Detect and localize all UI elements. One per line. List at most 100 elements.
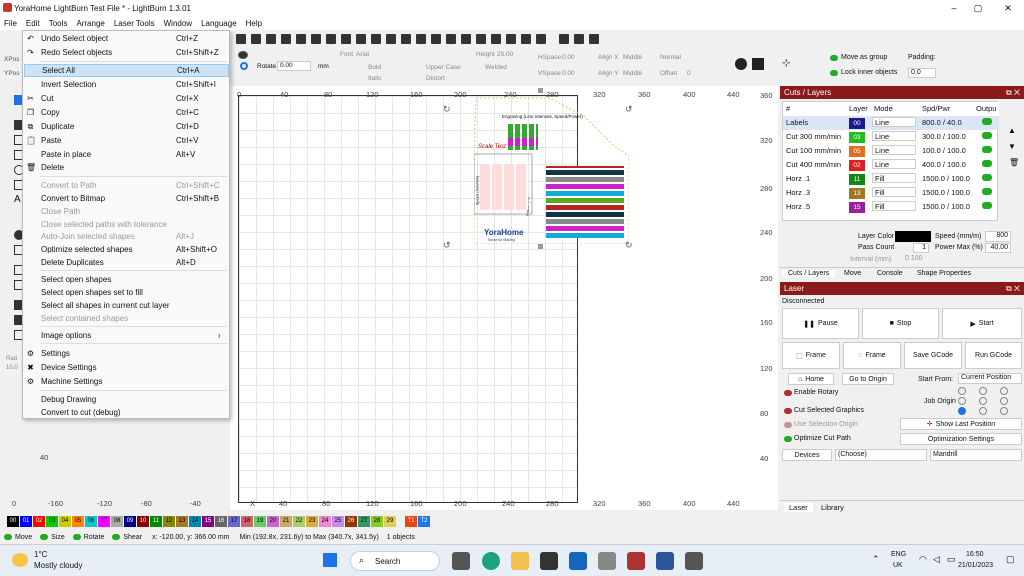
- menu-item-select-contained[interactable]: Select contained shapes: [24, 312, 229, 325]
- palette-swatch[interactable]: 26: [345, 515, 357, 527]
- tab-shape-properties[interactable]: Shape Properties: [917, 270, 971, 277]
- output-toggle[interactable]: [982, 146, 992, 153]
- tab-laser[interactable]: Laser: [784, 503, 813, 512]
- menu-item-convert-to-cut[interactable]: Convert to cut (debug): [24, 406, 229, 419]
- offset-input[interactable]: 0: [687, 70, 691, 77]
- align-center-icon[interactable]: [326, 34, 336, 44]
- menu-file[interactable]: File: [4, 19, 17, 28]
- palette-swatch[interactable]: 08: [111, 515, 123, 527]
- origin-radio[interactable]: [238, 51, 248, 59]
- palette-swatch[interactable]: 12: [163, 515, 175, 527]
- vspace-input[interactable]: 0.00: [562, 70, 575, 77]
- palette-swatch[interactable]: 05: [72, 515, 84, 527]
- edge-icon[interactable]: [482, 552, 500, 570]
- palette-swatch[interactable]: 09: [124, 515, 136, 527]
- machine-select[interactable]: Mandrill: [930, 449, 1022, 461]
- distribute-v-icon[interactable]: [431, 34, 441, 44]
- table-row[interactable]: Cut 300 mm/min 03 Line 300.0 / 100.0: [783, 130, 999, 144]
- speaker-icon[interactable]: ◁: [933, 554, 940, 565]
- rotate-handle-icon[interactable]: ↻: [625, 240, 633, 251]
- table-row[interactable]: Cut 400 mm/min 02 Line 400.0 / 100.0: [783, 158, 999, 172]
- palette-swatch[interactable]: 25: [332, 515, 344, 527]
- frame-button[interactable]: ⬚ Frame: [782, 342, 840, 369]
- group-icon[interactable]: [296, 34, 306, 44]
- output-toggle[interactable]: [982, 188, 992, 195]
- mode-select[interactable]: Line: [872, 145, 916, 155]
- tab-console[interactable]: Console: [877, 270, 903, 277]
- table-row[interactable]: Horz .3 13 Fill 1500.0 / 100.0: [783, 186, 999, 200]
- wrench-icon[interactable]: [266, 34, 276, 44]
- distribute-h-icon[interactable]: [416, 34, 426, 44]
- layer-swatch[interactable]: 02: [849, 160, 865, 171]
- italic-checkbox[interactable]: Italic: [368, 75, 381, 82]
- uppercase-checkbox[interactable]: Upper Case: [426, 64, 461, 71]
- move-up-icon[interactable]: ▲: [1008, 126, 1016, 135]
- selection-handle[interactable]: [538, 244, 543, 249]
- battery-icon[interactable]: ▭: [947, 554, 956, 565]
- align-right-icon[interactable]: [356, 34, 366, 44]
- handle-icon[interactable]: ⊹: [782, 58, 790, 69]
- mode-select[interactable]: Line: [872, 131, 916, 141]
- palette-swatch[interactable]: T2: [418, 515, 430, 527]
- trash-icon[interactable]: 🗑: [1009, 158, 1019, 167]
- task-view-icon[interactable]: [452, 552, 470, 570]
- store-icon[interactable]: [540, 552, 558, 570]
- rotate-input[interactable]: 0.00: [277, 61, 311, 71]
- menu-item-convert-to-path[interactable]: Convert to Path Ctrl+Shift+C: [24, 179, 229, 192]
- device-select[interactable]: (Choose): [835, 449, 927, 461]
- notification-icon[interactable]: ▢: [1006, 554, 1015, 565]
- rotate-handle-icon[interactable]: ↺: [625, 104, 633, 115]
- power-max-input[interactable]: 40.00: [985, 243, 1011, 253]
- menu-item-delete-duplicates[interactable]: Delete Duplicates Alt+D: [24, 256, 229, 269]
- same-width-icon[interactable]: [461, 34, 471, 44]
- output-toggle[interactable]: [982, 202, 992, 209]
- frame-icon[interactable]: [236, 34, 246, 44]
- menu-item-cut[interactable]: ✂ Cut Ctrl+X: [24, 92, 229, 105]
- menu-edit[interactable]: Edit: [26, 19, 40, 28]
- layer-swatch[interactable]: 13: [849, 188, 865, 199]
- menu-item-debug-drawing[interactable]: Debug Drawing: [24, 393, 229, 406]
- clock-time[interactable]: 16:50: [966, 551, 984, 558]
- mode-select[interactable]: Fill: [872, 187, 916, 197]
- palette-swatch[interactable]: 21: [280, 515, 292, 527]
- menu-tools[interactable]: Tools: [49, 19, 68, 28]
- cuts-table[interactable]: # Layer Mode Spd/Pwr Outpu Labels 00 Line 8…: [782, 101, 999, 221]
- palette-swatch[interactable]: 07: [98, 515, 110, 527]
- weather-text[interactable]: Mostly cloudy: [34, 561, 82, 570]
- distort-checkbox[interactable]: Distort: [426, 75, 445, 82]
- menu-item-invert-selection[interactable]: Invert Selection Ctrl+Shift+I: [24, 78, 229, 91]
- select-overlap-icon[interactable]: [752, 58, 764, 70]
- palette-swatch[interactable]: 06: [85, 515, 97, 527]
- palette-swatch[interactable]: 11: [150, 515, 162, 527]
- close-icon[interactable]: ⧉ ✕: [1006, 86, 1020, 99]
- palette-swatch[interactable]: 04: [59, 515, 71, 527]
- file-explorer-icon[interactable]: [511, 552, 529, 570]
- calculator-icon[interactable]: [598, 552, 616, 570]
- tab-cuts-layers[interactable]: Cuts / Layers: [782, 270, 836, 277]
- shear-toggle[interactable]: [112, 534, 121, 540]
- frame-circle-button[interactable]: ◌ Frame: [843, 342, 901, 369]
- move-toggle[interactable]: [4, 534, 12, 540]
- weather-icon[interactable]: [12, 553, 28, 567]
- tab-library[interactable]: Library: [821, 503, 844, 512]
- home-button[interactable]: ⌂ Home: [788, 373, 834, 385]
- palette-swatch[interactable]: 15: [202, 515, 214, 527]
- palette-swatch[interactable]: 02: [33, 515, 45, 527]
- menu-item-copy[interactable]: ❐ Copy Ctrl+C: [24, 106, 229, 119]
- menu-item-image-options[interactable]: Image options ›: [24, 329, 229, 342]
- enable-rotary-toggle[interactable]: [784, 390, 792, 396]
- palette-swatch[interactable]: T1: [405, 515, 417, 527]
- menu-item-redo[interactable]: ↷ Redo Select objects Ctrl+Shift+Z: [24, 46, 229, 59]
- layer-swatch[interactable]: 05: [849, 146, 865, 157]
- menu-help[interactable]: Help: [246, 19, 262, 28]
- menu-item-duplicate[interactable]: ⧉ Duplicate Ctrl+D: [24, 120, 229, 133]
- windows-start-icon[interactable]: [323, 553, 337, 567]
- mode-select[interactable]: Fill: [872, 173, 916, 183]
- palette-swatch[interactable]: 13: [176, 515, 188, 527]
- palette-swatch[interactable]: 28: [371, 515, 383, 527]
- palette-swatch[interactable]: 27: [358, 515, 370, 527]
- menu-window[interactable]: Window: [164, 19, 192, 28]
- dock-top-icon[interactable]: [521, 34, 531, 44]
- align-left-icon[interactable]: [341, 34, 351, 44]
- lightburn-icon[interactable]: [627, 552, 645, 570]
